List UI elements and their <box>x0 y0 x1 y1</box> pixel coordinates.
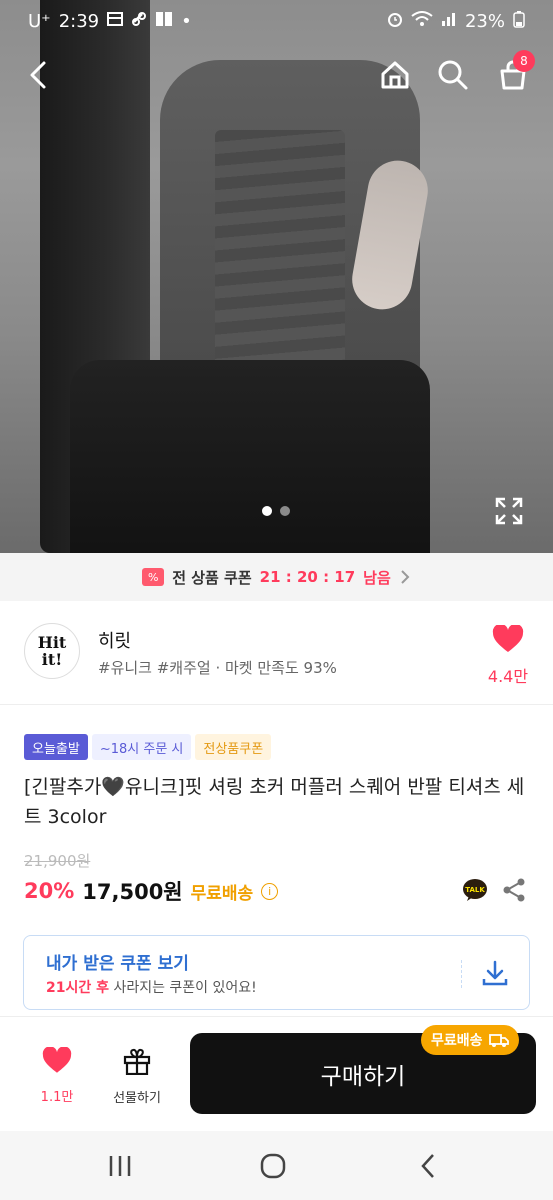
coupon-timer-suffix: 남음 <box>363 568 391 587</box>
notification-icon <box>107 11 124 32</box>
coupon-divider <box>461 960 462 988</box>
gift-icon <box>123 1048 151 1076</box>
more-dot-icon: • <box>181 10 192 32</box>
talk-text: TALK <box>465 886 485 894</box>
coupon-ticket-icon: % <box>142 568 165 586</box>
badge-today-ship: 오늘출발 <box>24 734 88 760</box>
wishlist-button[interactable]: 1.1만 <box>22 1046 92 1105</box>
wifi-icon <box>411 10 433 32</box>
top-nav: 8 <box>0 48 553 102</box>
cart-button[interactable]: 8 <box>491 48 535 102</box>
free-shipping-badge: 무료배송 <box>421 1025 519 1055</box>
recent-apps-icon <box>109 1156 131 1176</box>
store-like-button[interactable]: 4.4만 <box>486 623 530 687</box>
status-time: 2:39 <box>58 10 100 32</box>
store-like-count: 4.4만 <box>487 667 529 686</box>
status-bar: U⁺ 2:39 • 23% <box>0 0 553 42</box>
gift-button[interactable]: 선물하기 <box>102 1047 172 1106</box>
price-row: 20% 17,500원 무료배송 i <box>24 876 279 906</box>
home-icon <box>381 61 409 89</box>
coupon-download-button[interactable] <box>480 958 510 988</box>
wish-count: 1.1만 <box>40 1090 74 1105</box>
home-button[interactable] <box>373 48 417 102</box>
talk-icon: TALK <box>463 879 487 901</box>
recent-apps-button[interactable] <box>105 1151 135 1181</box>
gallery-pagination <box>262 506 290 516</box>
sale-price: 17,500원 <box>82 880 183 904</box>
download-icon <box>482 960 508 986</box>
chevron-right-icon <box>401 570 410 584</box>
bottom-action-bar: 1.1만 선물하기 구매하기 무료배송 <box>0 1016 553 1131</box>
badge-order-cutoff: ~18시 주문 시 <box>91 734 192 760</box>
battery-percent: 23% <box>464 10 505 32</box>
share-icon <box>503 878 525 902</box>
app-icon <box>155 11 173 32</box>
badge-coupon: 전상품쿠폰 <box>195 734 272 760</box>
coupon-timer-strip[interactable]: % 전 상품 쿠폰 21 : 20 : 17 남음 <box>0 553 553 601</box>
battery-icon <box>513 10 525 33</box>
heart-icon <box>42 1046 72 1073</box>
home-circle-icon <box>260 1153 286 1179</box>
store-logo-text: Hit it! <box>37 633 67 669</box>
store-row[interactable]: Hit it! 히릿 #유니크 #캐주얼 · 마켓 만족도 93% 4.4만 <box>0 601 553 705</box>
my-coupon-box[interactable]: 내가 받은 쿠폰 보기 21시간 후 사라지는 쿠폰이 있어요! <box>23 935 530 1010</box>
coupon-timer: 21 : 20 : 17 <box>259 568 356 586</box>
system-back-button[interactable] <box>414 1151 444 1181</box>
product-title: [긴팔추가🖤유니크]핏 셔링 초커 머플러 스퀘어 반팔 티셔츠 세트 3col… <box>24 776 525 828</box>
gallery-dot-1[interactable] <box>262 506 272 516</box>
expand-image-button[interactable] <box>494 496 524 526</box>
carrier-label: U⁺ <box>28 10 51 32</box>
back-button[interactable] <box>16 48 60 102</box>
my-coupon-title: 내가 받은 쿠폰 보기 <box>46 954 189 974</box>
cart-count-badge: 8 <box>513 50 535 72</box>
free-shipping-label: 무료배송 <box>190 883 254 904</box>
back-arrow-icon <box>421 1154 434 1178</box>
ship-badge-label: 무료배송 <box>431 1033 483 1049</box>
heart-icon <box>492 623 524 652</box>
back-icon <box>30 61 46 89</box>
coupon-expiry-time: 21시간 후 <box>46 980 109 996</box>
truck-icon <box>488 1034 509 1047</box>
original-price: 21,900원 <box>24 852 91 870</box>
gift-label: 선물하기 <box>113 1091 161 1106</box>
discount-rate: 20% <box>24 879 75 903</box>
gallery-dot-2[interactable] <box>280 506 290 516</box>
coupon-expiry-text: 사라지는 쿠폰이 있어요! <box>109 980 257 996</box>
store-logo[interactable]: Hit it! <box>24 623 80 679</box>
talk-button[interactable]: TALK <box>462 878 488 902</box>
search-icon <box>438 60 468 90</box>
my-coupon-desc: 21시간 후 사라지는 쿠폰이 있어요! <box>46 977 257 997</box>
info-icon[interactable]: i <box>261 882 279 900</box>
store-tags: #유니크 #캐주얼 · 마켓 만족도 93% <box>98 659 337 677</box>
search-button[interactable] <box>431 48 475 102</box>
system-nav-bar <box>0 1131 553 1200</box>
link-icon <box>131 11 147 32</box>
image-skirt-shape <box>70 360 430 553</box>
coupon-strip-label: 전 상품 쿠폰 <box>172 568 252 587</box>
store-name[interactable]: 히릿 <box>98 627 131 653</box>
alarm-icon <box>387 11 403 32</box>
share-button[interactable] <box>502 878 526 902</box>
signal-icon <box>441 11 457 32</box>
product-badges: 오늘출발 ~18시 주문 시 전상품쿠폰 <box>24 734 272 760</box>
home-system-button[interactable] <box>258 1151 288 1181</box>
image-tank-shape <box>215 130 345 380</box>
expand-icon <box>495 497 523 525</box>
